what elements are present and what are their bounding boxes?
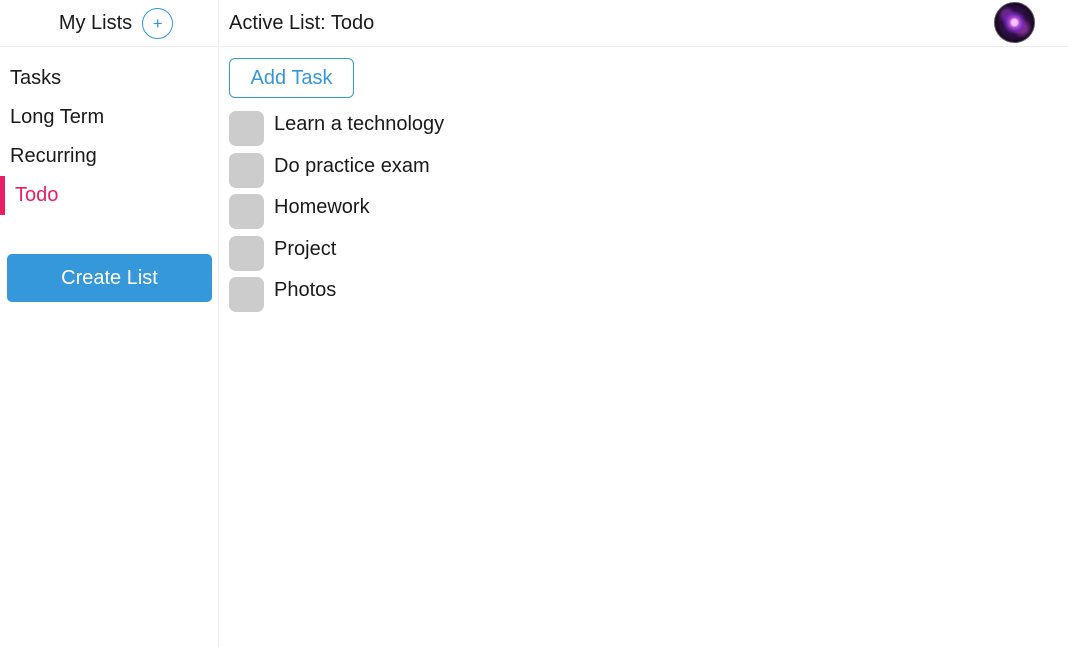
add-task-button[interactable]: Add Task [229, 58, 354, 98]
task-list: Learn a technology Do practice exam Home… [229, 108, 444, 316]
active-list-title: Active List: Todo [229, 12, 374, 35]
task-label: Project [274, 237, 337, 260]
topbar: Active List: Todo [220, 0, 1068, 47]
task-checkbox[interactable] [229, 111, 264, 147]
list-nav: Tasks Long Term Recurring Todo [0, 59, 218, 215]
task-checkbox[interactable] [229, 152, 264, 188]
list-item: Do practice exam [229, 150, 444, 192]
sidebar-item-label: Tasks [10, 67, 62, 89]
sidebar-item-recurring[interactable]: Recurring [0, 137, 218, 176]
sidebar-item-todo[interactable]: Todo [0, 176, 218, 215]
list-item: Learn a technology [229, 108, 444, 150]
sidebar-title: My Lists [58, 11, 133, 34]
sidebar-header: My Lists + [0, 0, 218, 47]
sidebar-item-long-term[interactable]: Long Term [0, 98, 218, 137]
add-list-icon-button[interactable]: + [142, 7, 174, 39]
task-label: Learn a technology [274, 113, 445, 136]
list-item: Homework [229, 191, 444, 233]
sidebar: My Lists + Tasks Long Term Recurring Tod… [0, 0, 219, 647]
list-item: Project [229, 233, 444, 275]
task-checkbox[interactable] [229, 277, 264, 313]
task-checkbox[interactable] [229, 235, 264, 271]
task-label: Do practice exam [274, 154, 430, 177]
task-label: Homework [274, 196, 370, 219]
main-panel: Active List: Todo Add Task Learn a techn… [220, 0, 1068, 647]
sidebar-item-label: Recurring [10, 145, 97, 167]
app-root: My Lists + Tasks Long Term Recurring Tod… [0, 0, 1068, 647]
plus-icon: + [152, 13, 163, 33]
create-list-button[interactable]: Create List [7, 254, 212, 302]
avatar[interactable] [994, 2, 1035, 43]
task-checkbox[interactable] [229, 194, 264, 230]
active-list-prefix: Active List: [229, 11, 326, 34]
task-label: Photos [274, 279, 337, 302]
sidebar-item-label: Long Term [10, 106, 105, 128]
list-item: Photos [229, 274, 444, 316]
active-list-name: Todo [330, 11, 375, 34]
sidebar-item-tasks[interactable]: Tasks [0, 59, 218, 98]
sidebar-item-label: Todo [15, 184, 59, 206]
